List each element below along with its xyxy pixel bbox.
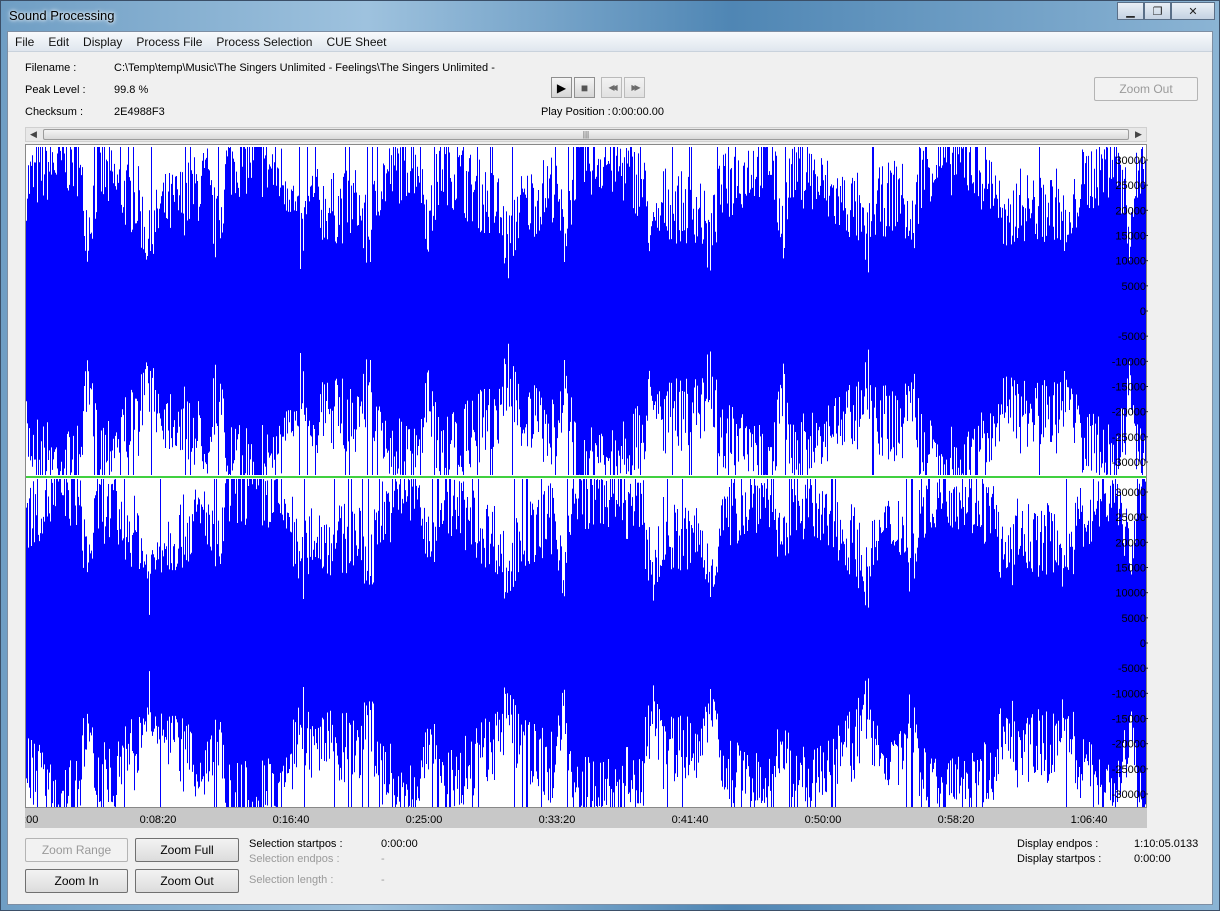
zoom-out-top-button[interactable]: Zoom Out: [1094, 77, 1198, 101]
close-icon: ✕: [1188, 5, 1198, 18]
scroll-right-icon[interactable]: ▶: [1131, 128, 1146, 141]
window-title: Sound Processing: [9, 8, 115, 23]
minimize-button[interactable]: ▁: [1117, 2, 1144, 20]
selection-endpos-label: Selection endpos :: [249, 853, 340, 865]
zoom-in-button[interactable]: Zoom In: [25, 869, 128, 893]
peak-level-value: 99.8 %: [114, 84, 149, 96]
play-button[interactable]: ▶: [551, 77, 572, 98]
caption-buttons: ▁ ❐ ✕: [1117, 2, 1215, 20]
display-startpos-value: 0:00:00: [1134, 853, 1171, 865]
y-tick-label: 15000: [1115, 563, 1146, 575]
display-startpos-label: Display startpos :: [1017, 853, 1102, 865]
forward-button[interactable]: ▶▶: [624, 77, 645, 98]
y-tick-label: 30000: [1115, 487, 1146, 499]
time-axis: 0:00 0:08:20 0:16:40 0:25:00 0:33:20 0:41:40 0…: [25, 808, 1147, 828]
y-tick-label: -15000: [1112, 714, 1146, 726]
y-tick-label: 15000: [1115, 231, 1146, 243]
app-window: Sound Processing ▁ ❐ ✕ File Edit Display…: [0, 0, 1220, 911]
time-axis-svg: 0:00 0:08:20 0:16:40 0:25:00 0:33:20 0:41:40 0…: [25, 814, 1108, 826]
y-tick-label: -10000: [1112, 356, 1146, 368]
selection-startpos-label: Selection startpos :: [249, 838, 343, 850]
y-tick-label: 25000: [1115, 512, 1146, 524]
play-icon: ▶: [556, 80, 567, 95]
minimize-icon: ▁: [1126, 5, 1135, 18]
client-area: File Edit Display Process File Process S…: [7, 31, 1213, 905]
stop-button[interactable]: ■: [574, 77, 595, 98]
y-tick-label: 30000: [1115, 155, 1146, 167]
menu-cue-sheet[interactable]: CUE Sheet: [319, 32, 393, 51]
y-tick-label: 5000: [1122, 281, 1146, 293]
time-tick-label: 0:08:20: [140, 814, 177, 826]
y-tick-label: 20000: [1115, 205, 1146, 217]
checksum-value: 2E4988F3: [114, 106, 165, 118]
y-tick-label: 20000: [1115, 537, 1146, 549]
y-tick-label: -30000: [1112, 789, 1146, 801]
waveform-channel-1: [26, 147, 1146, 475]
display-endpos-value: 1:10:05.0133: [1134, 838, 1199, 850]
menu-file[interactable]: File: [8, 32, 41, 51]
title-bar[interactable]: Sound Processing ▁ ❐ ✕: [1, 1, 1219, 31]
y-tick-label: 10000: [1115, 588, 1146, 600]
zoom-range-button[interactable]: Zoom Range: [25, 838, 128, 862]
y-tick-label: -25000: [1112, 764, 1146, 776]
selection-startpos-value: 0:00:00: [381, 838, 418, 850]
y-tick-label: -5000: [1118, 663, 1146, 675]
y-tick-label: 0: [1140, 306, 1146, 318]
y-tick-label: -15000: [1112, 382, 1146, 394]
time-tick-label: 0:58:20: [938, 814, 975, 826]
y-tick-label: -20000: [1112, 739, 1146, 751]
time-tick-label: 0:00: [25, 814, 38, 826]
close-button[interactable]: ✕: [1171, 2, 1215, 20]
filename-label: Filename :: [25, 62, 77, 74]
scroll-left-icon[interactable]: ◀: [26, 128, 41, 141]
scroll-thumb[interactable]: |||: [43, 129, 1129, 140]
checksum-label: Checksum :: [25, 106, 84, 118]
maximize-icon: ❐: [1152, 5, 1163, 18]
horizontal-scrollbar[interactable]: ◀ ||| ▶: [25, 127, 1147, 142]
y-tick-label: 5000: [1122, 613, 1146, 625]
menu-bar: File Edit Display Process File Process S…: [8, 32, 1212, 52]
time-tick-label: 0:41:40: [672, 814, 709, 826]
time-tick-label: 0:16:40: [273, 814, 310, 826]
peak-level-label: Peak Level :: [25, 84, 86, 96]
rewind-icon: ◀◀: [608, 83, 617, 92]
y-tick-label: -10000: [1112, 688, 1146, 700]
display-endpos-label: Display endpos :: [1017, 838, 1099, 850]
y-tick-label: 0: [1140, 638, 1146, 650]
forward-icon: ▶▶: [631, 83, 640, 92]
time-tick-label: 0:25:00: [406, 814, 443, 826]
waveform-channel-2: [26, 479, 1146, 807]
zoom-full-button[interactable]: Zoom Full: [135, 838, 239, 862]
y-tick-label: 25000: [1115, 180, 1146, 192]
grip-icon: |||: [582, 130, 590, 139]
rewind-button[interactable]: ◀◀: [601, 77, 622, 98]
menu-process-selection[interactable]: Process Selection: [209, 32, 319, 51]
time-tick-label: 0:33:20: [539, 814, 576, 826]
maximize-button[interactable]: ❐: [1144, 2, 1171, 20]
zoom-out-button[interactable]: Zoom Out: [135, 869, 239, 893]
play-position-label: Play Position :: [541, 106, 611, 118]
play-position-value: 0:00:00.00: [612, 106, 664, 118]
selection-length-value: -: [381, 874, 385, 886]
time-tick-label: 0:50:00: [805, 814, 842, 826]
stop-icon: ■: [580, 80, 589, 95]
menu-display[interactable]: Display: [76, 32, 129, 51]
selection-length-label: Selection length :: [249, 874, 334, 886]
menu-edit[interactable]: Edit: [41, 32, 76, 51]
y-tick-label: -25000: [1112, 432, 1146, 444]
filename-value: C:\Temp\temp\Music\The Singers Unlimited…: [114, 62, 495, 74]
y-tick-label: -5000: [1118, 331, 1146, 343]
menu-process-file[interactable]: Process File: [129, 32, 209, 51]
waveform-svg: 30000 25000 20000 15000 10000 5000 0 -5000 -1000…: [26, 147, 1148, 807]
y-tick-label: -20000: [1112, 407, 1146, 419]
selection-endpos-value: -: [381, 853, 385, 865]
y-tick-label: 10000: [1115, 256, 1146, 268]
time-tick-label: 1:06:40: [1071, 814, 1108, 826]
waveform-display[interactable]: 30000 25000 20000 15000 10000 5000 0 -5000 -1000…: [25, 144, 1148, 808]
y-tick-label: -30000: [1112, 457, 1146, 469]
